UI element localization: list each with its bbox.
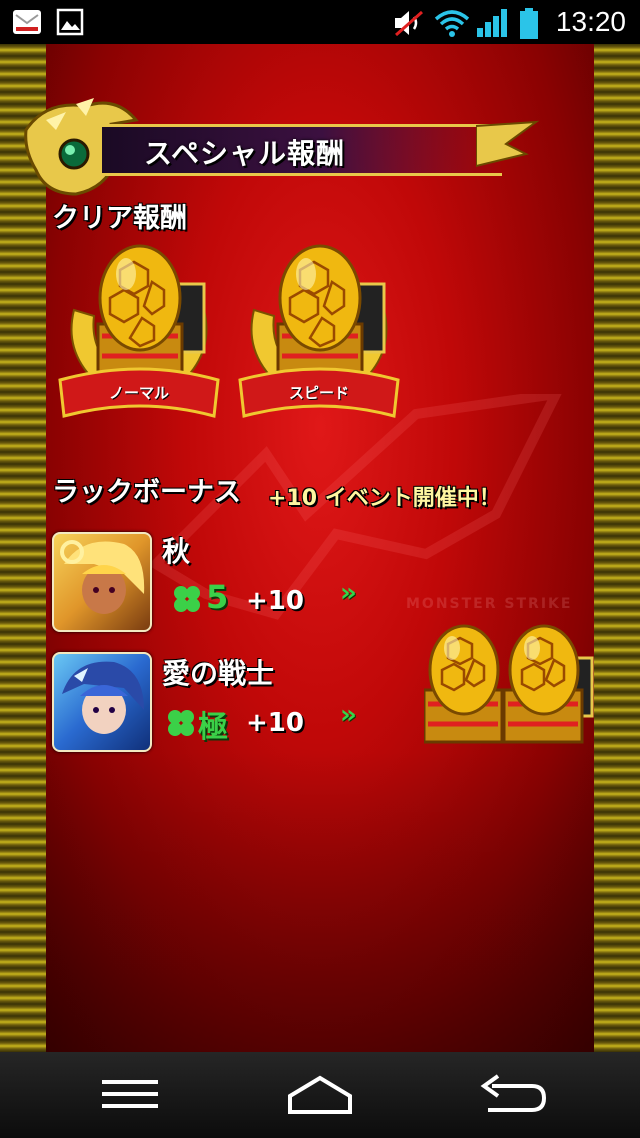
watermark-text: MONSTER STRIKE [406, 596, 572, 612]
image-icon [56, 8, 84, 36]
navigation-bar [0, 1052, 640, 1138]
signal-icon [477, 9, 507, 37]
reward-speed[interactable]: スピード [234, 240, 404, 430]
character-art [60, 540, 145, 614]
event-notice: +10 イベント開催中！ [268, 486, 501, 511]
reward-panel: MONSTER STRIKE スペシャル報酬 クリア報酬 ノーマル スピード ラ… [24, 44, 594, 1052]
character-name: 愛の戦士 [162, 657, 275, 690]
banner-tail-icon [476, 120, 540, 168]
menu-icon[interactable] [100, 1074, 160, 1114]
luck-bonus-heading: ラックボーナス [52, 477, 241, 508]
character-name: 秋 [162, 535, 191, 568]
status-bar: 13:20 [0, 0, 640, 44]
luck-bonus-value: +10 [246, 586, 304, 616]
character-portrait-aki[interactable] [52, 532, 152, 632]
reward-normal[interactable]: ノーマル [54, 240, 224, 430]
back-icon[interactable] [478, 1074, 548, 1118]
arrow-icon: » [340, 700, 357, 730]
luck-value: 5 [206, 578, 229, 616]
luck-value: 極 [198, 710, 228, 745]
clover-icon [174, 586, 200, 612]
arrow-icon: » [340, 578, 357, 608]
special-reward-banner: スペシャル報酬 [16, 90, 540, 200]
clover-icon [168, 710, 194, 736]
luck-bonus-value: +10 [246, 708, 304, 738]
gmail-icon [13, 10, 41, 34]
clear-reward-heading: クリア報酬 [52, 203, 187, 234]
banner-title: スペシャル報酬 [144, 137, 346, 170]
character-portrait-ai-no-senshi[interactable] [52, 652, 152, 752]
reward-label: ノーマル [108, 384, 169, 402]
clock: 13:20 [555, 6, 626, 37]
game-screen: MONSTER STRIKE スペシャル報酬 クリア報酬 ノーマル スピード ラ… [0, 44, 640, 1052]
reward-label: スピード [288, 384, 349, 402]
character-art [62, 661, 144, 734]
right-gold-border [594, 44, 640, 1052]
bonus-eggs-icon [424, 624, 594, 744]
mute-icon [395, 10, 423, 37]
battery-icon [520, 8, 538, 39]
home-icon[interactable] [284, 1074, 356, 1118]
wifi-icon [434, 10, 470, 37]
